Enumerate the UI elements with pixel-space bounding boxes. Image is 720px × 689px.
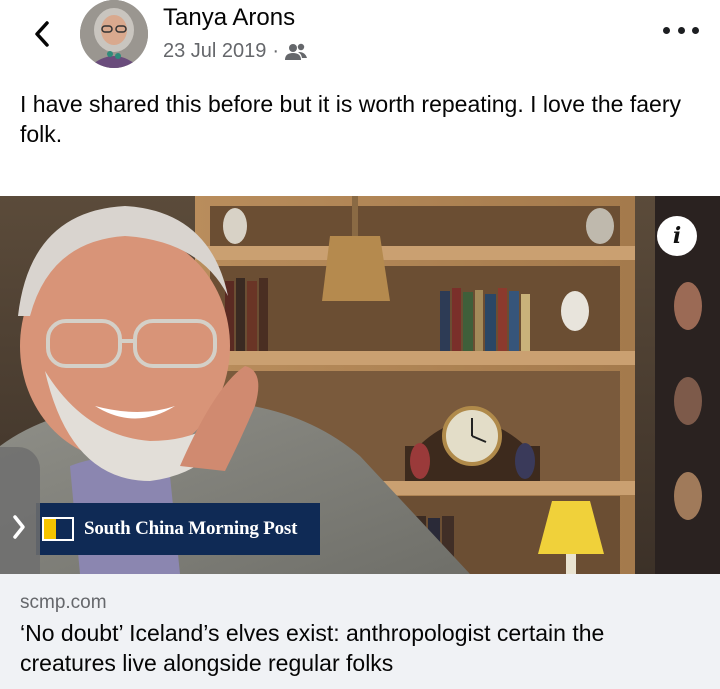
link-preview-card[interactable]: scmp.com ‘No doubt’ Iceland’s elves exis…	[0, 574, 720, 689]
link-headline[interactable]: ‘No doubt’ Iceland’s elves exist: anthro…	[20, 618, 700, 678]
meta-separator: ·	[272, 40, 280, 62]
avatar[interactable]	[80, 0, 148, 68]
link-domain: scmp.com	[20, 592, 107, 613]
info-button[interactable]: i	[657, 216, 697, 256]
post-date[interactable]: 23 Jul 2019	[163, 40, 266, 63]
more-horizontal-icon	[663, 26, 670, 34]
friends-icon	[285, 43, 308, 60]
chevron-right-icon	[13, 515, 25, 539]
source-brand-name: South China Morning Post	[84, 518, 298, 539]
post-header: Tanya Arons 23 Jul 2019 ·	[0, 0, 720, 80]
post-text: I have shared this before but it is wort…	[20, 91, 681, 147]
more-options-button[interactable]	[663, 18, 699, 42]
back-button[interactable]	[22, 14, 62, 54]
chevron-left-icon	[35, 21, 49, 47]
author-name[interactable]: Tanya Arons	[163, 4, 295, 32]
scmp-logo	[42, 517, 74, 541]
post-meta: 23 Jul 2019 ·	[163, 40, 308, 63]
source-brand-overlay: South China Morning Post	[36, 503, 320, 555]
